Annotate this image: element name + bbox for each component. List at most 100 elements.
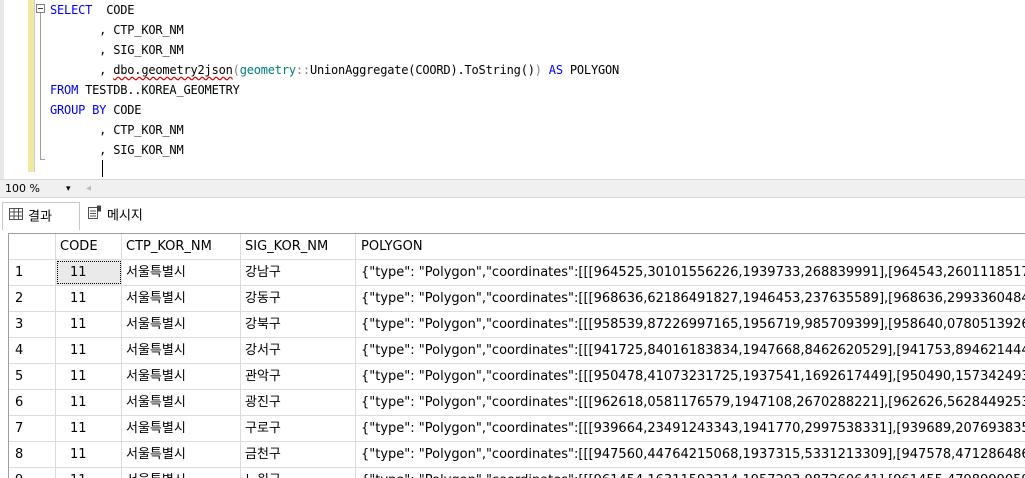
code-text: POLYGON [562,63,620,77]
row-number-cell[interactable]: 4 [9,338,56,363]
keyword-select: SELECT [50,3,93,17]
sig-kor-nm-cell[interactable]: 관악구 [241,364,356,389]
column-header-ctp-kor-nm[interactable]: CTP_KOR_NM [122,234,241,259]
column-header-sig-kor-nm[interactable]: SIG_KOR_NM [241,234,356,259]
tab-messages-label: 메시지 [107,208,143,224]
polygon-cell[interactable]: {"type": "Polygon","coordinates":[[[9475… [356,442,1025,467]
table-row[interactable]: 3 11 서울특별시 강북구 {"type": "Polygon","coordinat… [9,312,1025,338]
ctp-kor-nm-cell[interactable]: 서울특별시 [122,416,241,441]
scope-operator: :: [295,63,310,77]
keyword-as: AS [541,63,563,77]
sig-kor-nm-cell[interactable]: 강동구 [241,286,356,311]
code-line-1: SELECT CODE [50,0,619,20]
zoom-dropdown[interactable]: 100 % ▾ [2,181,78,197]
code-text: TESTDB..KOREA_GEOMETRY [78,83,240,97]
ctp-kor-nm-cell[interactable]: 서울특별시 [122,442,241,467]
table-row[interactable]: 7 11 서울특별시 구로구 {"type": "Polygon","coordinat… [9,416,1025,442]
table-row[interactable]: 1 11 서울특별시 강남구 {"type": "Polygon","coordinat… [9,260,1025,286]
code-text: CODE [106,103,142,117]
sig-kor-nm-cell[interactable]: 구로구 [241,416,356,441]
sig-kor-nm-cell[interactable]: 강서구 [241,338,356,363]
polygon-cell[interactable]: {"type": "Polygon","coordinates":[[[9396… [356,416,1025,441]
row-number-cell[interactable]: 7 [9,416,56,441]
code-text: , CTP_KOR_NM [50,23,184,37]
code-cell[interactable]: 11 [56,364,122,389]
table-row[interactable]: 2 11 서울특별시 강동구 {"type": "Polygon","coordinat… [9,286,1025,312]
code-line-5: FROM TESTDB..KOREA_GEOMETRY [50,80,619,100]
table-row[interactable]: 4 11 서울특별시 강서구 {"type": "Polygon","coordinat… [9,338,1025,364]
code-cell[interactable]: 11 [56,338,122,363]
code-line-2: , CTP_KOR_NM [50,20,619,40]
function-name-squiggle: dbo.geometry2json [113,63,233,77]
polygon-cell[interactable]: {"type": "Polygon","coordinates":[[[9417… [356,338,1025,363]
code-line-8: , SIG_KOR_NM [50,140,619,160]
paren: ) [534,63,542,77]
code-line-4: , dbo.geometry2json(geometry::UnionAggre… [50,60,619,80]
tab-messages[interactable]: 메시지 [84,202,168,230]
horizontal-scrollbar[interactable]: ◂ [80,181,1025,197]
polygon-cell[interactable]: {"type": "Polygon","coordinates":[[[9645… [356,260,1025,285]
ctp-kor-nm-cell[interactable]: 서울특별시 [122,364,241,389]
sql-code[interactable]: SELECT CODE , CTP_KOR_NM , SIG_KOR_NM , … [50,0,619,160]
code-cell[interactable]: 11 [56,312,122,337]
row-number-cell[interactable]: 1 [9,260,56,285]
code-cell[interactable]: 11 [56,442,122,467]
chevron-down-icon[interactable]: ▾ [66,181,71,197]
change-bar-divider [34,0,35,172]
row-number-header[interactable] [9,234,56,259]
row-number-cell[interactable]: 6 [9,390,56,415]
column-header-polygon[interactable]: POLYGON [356,234,1025,259]
row-number-cell[interactable]: 3 [9,312,56,337]
code-line-7: , CTP_KOR_NM [50,120,619,140]
sig-kor-nm-cell[interactable]: 강북구 [241,312,356,337]
message-icon [88,202,102,230]
ctp-kor-nm-cell[interactable]: 서울특별시 [122,390,241,415]
code-cell[interactable]: 11 [56,260,122,285]
tab-results-label: 결과 [28,209,52,225]
paren: ( [232,63,240,77]
zoom-level: 100 % [5,182,40,195]
editor-gutter [0,0,4,179]
code-text: , SIG_KOR_NM [50,143,184,157]
table-row[interactable]: 8 11 서울특별시 금천구 {"type": "Polygon","coordinat… [9,442,1025,468]
column-header-code[interactable]: CODE [56,234,122,259]
ctp-kor-nm-cell[interactable]: 서울특별시 [122,338,241,363]
code-text: , SIG_KOR_NM [50,43,184,57]
tab-results[interactable]: 결과 [2,202,80,230]
outline-line [40,13,41,159]
table-row[interactable]: 6 11 서울특별시 광진구 {"type": "Polygon","coordinat… [9,390,1025,416]
ctp-kor-nm-cell[interactable]: 서울특별시 [122,286,241,311]
row-number-cell[interactable]: 8 [9,442,56,467]
collapse-region-icon[interactable] [36,4,45,13]
polygon-cell[interactable]: {"type": "Polygon","coordinates":[[[9686… [356,286,1025,311]
code-cell[interactable]: 11 [56,286,122,311]
polygon-cell[interactable]: {"type": "Polygon","coordinates":[[[9585… [356,312,1025,337]
code-line-3: , SIG_KOR_NM [50,40,619,60]
polygon-cell[interactable]: {"type": "Polygon","coordinates":[[[9626… [356,390,1025,415]
sig-kor-nm-cell[interactable]: 금천구 [241,442,356,467]
table-row[interactable]: 5 11 서울특별시 관악구 {"type": "Polygon","coordinat… [9,364,1025,390]
grid-header-row: CODE CTP_KOR_NM SIG_KOR_NM POLYGON [9,234,1025,260]
keyword-group-by: GROUP BY [50,103,107,117]
scroll-left-icon[interactable]: ◂ [86,181,91,197]
keyword-from: FROM [50,83,79,97]
code-text: , [50,63,114,77]
row-number-cell[interactable]: 2 [9,286,56,311]
code-line-6: GROUP BY CODE [50,100,619,120]
sig-kor-nm-cell[interactable]: 강남구 [241,260,356,285]
row-number-cell[interactable]: 5 [9,364,56,389]
code-text: UnionAggregate(COORD).ToString() [309,63,535,77]
results-grid[interactable]: CODE CTP_KOR_NM SIG_KOR_NM POLYGON 1 11 서울… [8,233,1025,478]
polygon-cell[interactable]: {"type": "Polygon","coordinates":[[[9504… [356,364,1025,389]
type-name: geometry [239,63,296,77]
ctp-kor-nm-cell[interactable]: 서울특별시 [122,312,241,337]
code-cell[interactable]: 11 [56,416,122,441]
results-tabs: 결과 메시지 [0,198,1025,233]
ctp-kor-nm-cell[interactable]: 서울특별시 [122,260,241,285]
code-text: , CTP_KOR_NM [50,123,184,137]
query-editor[interactable]: SELECT CODE , CTP_KOR_NM , SIG_KOR_NM , … [0,0,1025,179]
outline-end [40,159,45,160]
code-cell[interactable]: 11 [56,390,122,415]
sig-kor-nm-cell[interactable]: 광진구 [241,390,356,415]
text-caret [102,160,103,177]
